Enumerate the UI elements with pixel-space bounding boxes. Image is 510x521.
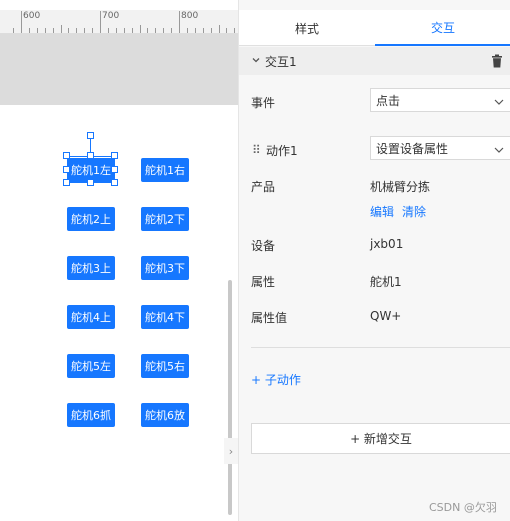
resize-handle[interactable] — [111, 152, 118, 159]
ruler-tick — [195, 28, 196, 33]
panel-tab-bar: 样式 交互 — [239, 10, 510, 46]
servo-button[interactable]: 舵机6抓 — [67, 403, 115, 427]
ruler-label: 700 — [102, 11, 120, 21]
ruler-tick — [100, 11, 101, 33]
ruler-tick — [53, 28, 54, 33]
canvas-backdrop — [0, 34, 238, 105]
resize-handle[interactable] — [63, 152, 70, 159]
properties-panel: 样式 交互 交互1 事件 点击 ⠿ 动作1 设置设备属性 产品 机械臂分拣 编辑… — [238, 0, 510, 521]
ruler-tick — [187, 28, 188, 33]
add-interaction-button[interactable]: + 新增交互 — [251, 423, 510, 454]
vertical-scrollbar[interactable] — [228, 280, 232, 515]
rotate-handle[interactable] — [87, 132, 94, 139]
ruler-tick — [21, 11, 22, 33]
section-divider — [251, 347, 510, 348]
resize-handle[interactable] — [87, 179, 94, 186]
ruler-tick — [84, 28, 85, 33]
ruler-label: 600 — [23, 11, 41, 21]
servo-button[interactable]: 舵机2上 — [67, 207, 115, 231]
servo-button[interactable]: 舵机4上 — [67, 305, 115, 329]
chevron-down-icon[interactable] — [251, 55, 261, 68]
property-value-value: QW+ — [370, 309, 402, 323]
ruler-tick — [108, 28, 109, 33]
ruler-tick — [155, 28, 156, 33]
event-select[interactable]: 点击 — [370, 88, 510, 112]
action-select[interactable]: 设置设备属性 — [370, 136, 510, 160]
servo-button[interactable]: 舵机1右 — [141, 158, 189, 182]
ruler-tick — [45, 28, 46, 33]
edit-link[interactable]: 编辑 — [370, 203, 394, 220]
servo-button[interactable]: 舵机5左 — [67, 354, 115, 378]
clear-link[interactable]: 清除 — [402, 203, 426, 220]
ruler-tick — [179, 11, 180, 33]
interaction-section-header[interactable]: 交互1 — [239, 47, 510, 75]
servo-button[interactable]: 舵机6放 — [141, 403, 189, 427]
ruler-tick — [234, 28, 235, 33]
ruler-tick — [13, 28, 14, 33]
ruler-label: 800 — [181, 11, 199, 21]
servo-button[interactable]: 舵机3下 — [141, 256, 189, 280]
ruler-tick — [163, 28, 164, 33]
action-label: 动作1 — [266, 144, 298, 158]
device-value: jxb01 — [370, 237, 404, 251]
ruler-tick — [68, 28, 69, 33]
product-value: 机械臂分拣 — [370, 180, 431, 194]
tab-interaction[interactable]: 交互 — [375, 10, 510, 46]
resize-handle[interactable] — [63, 166, 70, 173]
add-sub-action-link[interactable]: + 子动作 — [251, 371, 301, 388]
ruler-tick — [37, 28, 38, 33]
ruler-tick — [124, 28, 125, 33]
chevron-down-icon — [494, 96, 504, 106]
property-label: 属性 — [251, 275, 276, 289]
design-canvas[interactable]: 600 700 800 舵机1左 舵机1右 舵机2上 舵机2下 舵机3上 舵机3… — [0, 0, 238, 521]
ruler-tick — [147, 28, 148, 33]
servo-button[interactable]: 舵机3上 — [67, 256, 115, 280]
ruler-tick — [140, 25, 141, 33]
trash-icon[interactable] — [491, 54, 503, 68]
resize-handle[interactable] — [87, 152, 94, 159]
event-select-value: 点击 — [376, 93, 401, 108]
device-label: 设备 — [251, 239, 276, 253]
action-select-value: 设置设备属性 — [376, 141, 449, 156]
event-label: 事件 — [251, 96, 276, 110]
collapse-panel-icon[interactable]: › — [224, 438, 238, 464]
property-value-label: 属性值 — [251, 311, 288, 325]
property-value: 舵机1 — [370, 275, 402, 289]
drag-handle-icon[interactable]: ⠿ — [252, 143, 261, 157]
ruler-tick — [226, 28, 227, 33]
ruler-tick — [219, 25, 220, 33]
horizontal-ruler: 600 700 800 — [0, 10, 238, 34]
ruler-tick — [132, 28, 133, 33]
ruler-tick — [211, 28, 212, 33]
interaction-title: 交互1 — [265, 54, 297, 69]
resize-handle[interactable] — [63, 179, 70, 186]
chevron-down-icon — [494, 144, 504, 154]
product-label: 产品 — [251, 180, 276, 194]
resize-handle[interactable] — [111, 166, 118, 173]
ruler-tick — [92, 28, 93, 33]
servo-button[interactable]: 舵机4下 — [141, 305, 189, 329]
servo-button[interactable]: 舵机5右 — [141, 354, 189, 378]
tab-style[interactable]: 样式 — [239, 10, 375, 46]
servo-button[interactable]: 舵机2下 — [141, 207, 189, 231]
ruler-tick — [203, 28, 204, 33]
resize-handle[interactable] — [111, 179, 118, 186]
watermark: CSDN @欠羽 — [429, 501, 497, 514]
ruler-tick — [171, 28, 172, 33]
ruler-tick — [61, 25, 62, 33]
ruler-tick — [29, 28, 30, 33]
ruler-tick — [76, 28, 77, 33]
ruler-tick — [116, 28, 117, 33]
